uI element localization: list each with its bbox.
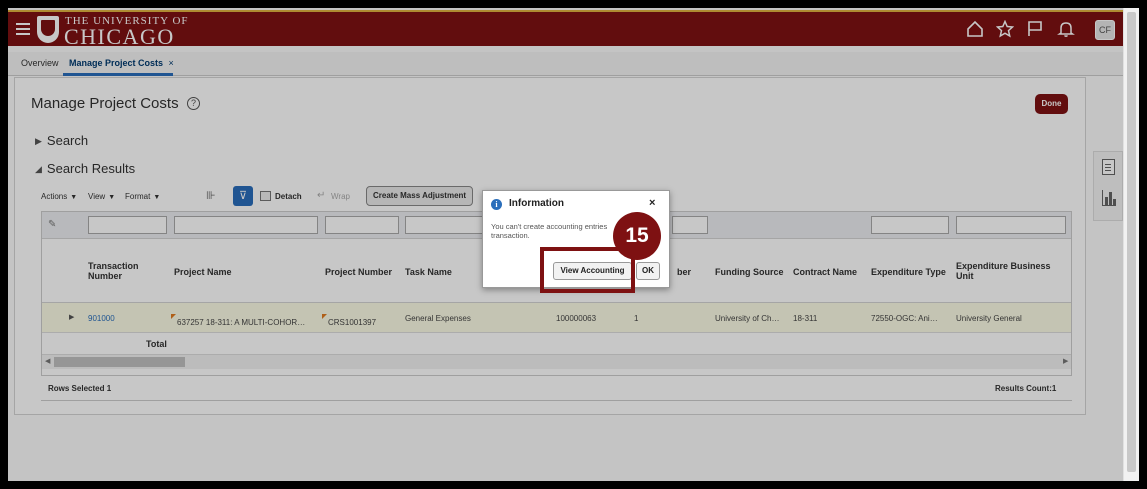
dialog-message-line: You can't create accounting entries: [491, 222, 608, 231]
browser-viewport: THE UNIVERSITY OF CHICAGO CF Overview Ma…: [8, 8, 1139, 481]
info-icon: i: [491, 199, 502, 210]
ok-button[interactable]: OK: [636, 262, 660, 280]
close-icon[interactable]: ×: [649, 197, 655, 209]
dialog-message: You can't create accounting entries tran…: [491, 222, 623, 240]
vertical-scrollbar[interactable]: [1123, 8, 1139, 481]
scrollbar-thumb[interactable]: [1127, 12, 1136, 472]
step-number-badge: 15: [613, 212, 661, 260]
dialog-title: Information: [509, 198, 564, 209]
dialog-message-line: transaction.: [491, 231, 530, 240]
